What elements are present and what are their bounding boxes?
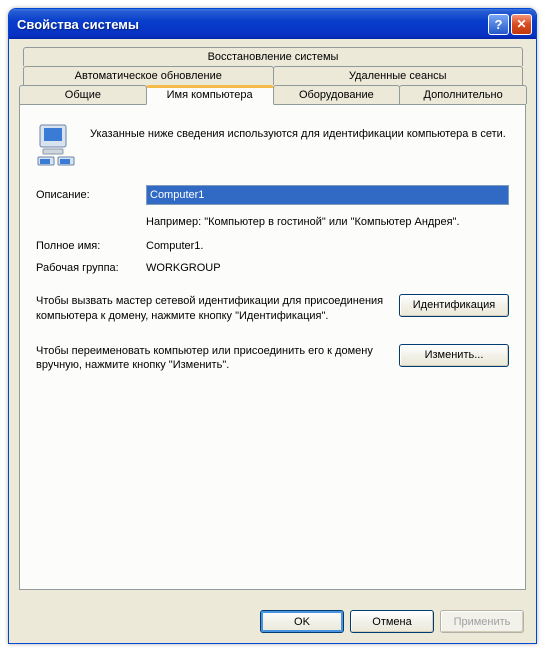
tab-advanced[interactable]: Дополнительно [399, 85, 527, 104]
tab-system-restore[interactable]: Восстановление системы [23, 47, 523, 66]
dialog-footer: OK Отмена Применить [9, 600, 536, 643]
intro-text: Указанные ниже сведения используются для… [90, 123, 509, 142]
titlebar[interactable]: Свойства системы ? ✕ [9, 9, 536, 39]
change-text: Чтобы переименовать компьютер или присое… [36, 344, 387, 374]
description-input[interactable] [146, 185, 509, 205]
help-button[interactable]: ? [488, 14, 509, 35]
close-button[interactable]: ✕ [511, 14, 532, 35]
computer-network-icon [36, 123, 76, 167]
tab-auto-updates[interactable]: Автоматическое обновление [23, 66, 274, 85]
tabs: Восстановление системы Автоматическое об… [19, 47, 526, 104]
ok-button[interactable]: OK [260, 610, 344, 633]
tab-panel-computer-name: Указанные ниже сведения используются для… [19, 104, 526, 590]
fullname-label: Полное имя: [36, 240, 146, 252]
tab-hardware[interactable]: Оборудование [273, 85, 401, 104]
help-icon: ? [495, 17, 503, 32]
description-label: Описание: [36, 189, 146, 201]
tab-remote[interactable]: Удаленные сеансы [273, 66, 524, 85]
identify-button[interactable]: Идентификация [399, 294, 509, 317]
tab-general[interactable]: Общие [19, 85, 147, 104]
tab-computer-name[interactable]: Имя компьютера [146, 85, 274, 105]
workgroup-label: Рабочая группа: [36, 262, 146, 274]
window-title: Свойства системы [17, 17, 486, 32]
change-button[interactable]: Изменить... [399, 344, 509, 367]
system-properties-window: Свойства системы ? ✕ Восстановление сист… [8, 8, 537, 644]
workgroup-value: WORKGROUP [146, 262, 509, 274]
close-icon: ✕ [516, 17, 526, 31]
fullname-value: Computer1. [146, 240, 509, 252]
identify-text: Чтобы вызвать мастер сетевой идентификац… [36, 294, 387, 324]
description-example: Например: "Компьютер в гостиной" или "Ко… [146, 215, 509, 230]
apply-button[interactable]: Применить [440, 610, 524, 633]
cancel-button[interactable]: Отмена [350, 610, 434, 633]
